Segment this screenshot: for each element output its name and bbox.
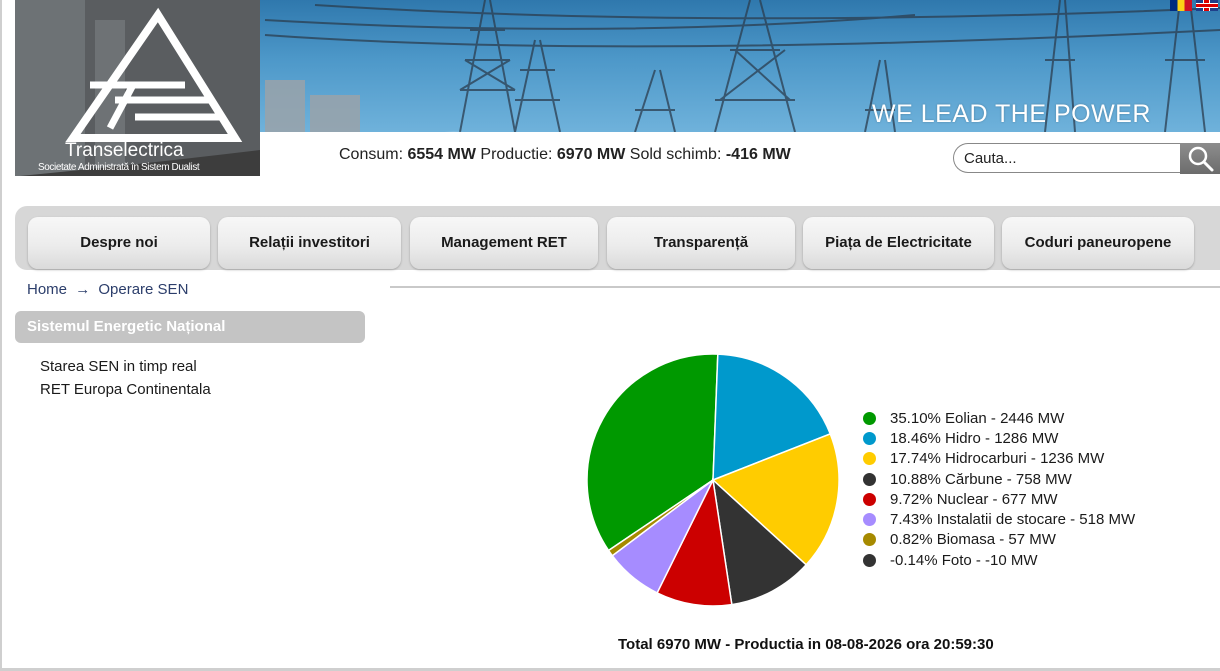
search-input[interactable]: [953, 143, 1181, 173]
legend-swatch: [863, 452, 876, 466]
flag-uk-icon[interactable]: [1196, 0, 1218, 11]
stat-productie-label: Productie:: [480, 146, 557, 163]
legend-swatch: [863, 513, 876, 527]
breadcrumb-current[interactable]: Operare SEN: [98, 281, 188, 298]
legend-item[interactable]: 7.43% Instalatii de stocare - 518 MW: [863, 509, 1135, 529]
nav-coduri-paneuropene[interactable]: Coduri paneuropene: [1002, 217, 1194, 269]
logo-subtitle: Societate Administrată în Sistem Dualist: [38, 162, 200, 173]
stat-sold-label: Sold schimb:: [629, 146, 726, 163]
legend-label: 9.72% Nuclear - 677 MW: [890, 490, 1058, 508]
legend-item[interactable]: 9.72% Nuclear - 677 MW: [863, 489, 1135, 509]
breadcrumb-home[interactable]: Home: [27, 281, 67, 298]
stat-productie-value: 6970 MW: [556, 146, 626, 163]
legend-item[interactable]: 17.74% Hidrocarburi - 1236 MW: [863, 449, 1135, 469]
chart-caption: Total 6970 MW - Productia in 08-08-2026 …: [618, 636, 994, 653]
stat-sold-value: -416 MW: [725, 146, 791, 163]
stat-productie: Productie: 6970 MW: [480, 146, 625, 164]
nav-transparenta[interactable]: Transparență: [607, 217, 795, 269]
legend-item[interactable]: 35.10% Eolian - 2446 MW: [863, 408, 1135, 428]
sidebar-link-ret-europa[interactable]: RET Europa Continentala: [40, 381, 211, 398]
production-pie-chart: [586, 353, 840, 607]
legend-label: 35.10% Eolian - 2446 MW: [890, 409, 1065, 427]
legend-label: 17.74% Hidrocarburi - 1236 MW: [890, 450, 1105, 468]
stat-sold: Sold schimb: -416 MW: [630, 146, 791, 164]
breadcrumb: Home → Operare SEN: [27, 281, 188, 298]
flag-ro-icon[interactable]: [1170, 0, 1192, 11]
logo[interactable]: Transelectrica Societate Administrată în…: [15, 0, 260, 176]
content-divider: [390, 286, 1220, 288]
nav-despre-noi[interactable]: Despre noi: [28, 217, 210, 269]
nav-relatii-investitori[interactable]: Relații investitori: [218, 217, 401, 269]
legend-swatch: [863, 472, 876, 486]
legend-swatch: [863, 411, 876, 425]
sidebar-link-starea-sen[interactable]: Starea SEN in timp real: [40, 358, 197, 375]
left-border: [0, 0, 2, 671]
legend-label: -0.14% Foto - -10 MW: [890, 551, 1038, 569]
sidebar-title: Sistemul Energetic Național: [15, 311, 365, 343]
search-icon: [1188, 146, 1214, 172]
legend-swatch: [863, 492, 876, 506]
stat-consum-value: 6554 MW: [407, 146, 476, 163]
breadcrumb-separator: →: [75, 281, 91, 298]
legend-swatch: [863, 553, 876, 567]
legend-item[interactable]: 10.88% Cărbune - 758 MW: [863, 469, 1135, 489]
legend-label: 7.43% Instalatii de stocare - 518 MW: [890, 511, 1136, 529]
logo-name: Transelectrica: [65, 140, 184, 161]
legend-label: 10.88% Cărbune - 758 MW: [890, 470, 1072, 488]
stat-consum-label: Consum:: [339, 146, 408, 163]
page: WE LEAD THE POWER Transelectrica Societa…: [0, 0, 1220, 671]
legend-label: 18.46% Hidro - 1286 MW: [890, 429, 1059, 447]
nav-piata-electricitate[interactable]: Piața de Electricitate: [803, 217, 994, 269]
legend-swatch: [863, 431, 876, 445]
nav-management-ret[interactable]: Management RET: [410, 217, 598, 269]
legend-item[interactable]: 0.82% Biomasa - 57 MW: [863, 530, 1135, 550]
legend-item[interactable]: -0.14% Foto - -10 MW: [863, 550, 1135, 570]
stat-consum: Consum: 6554 MW: [339, 146, 476, 164]
legend-label: 0.82% Biomasa - 57 MW: [890, 531, 1056, 549]
legend-swatch: [863, 533, 876, 547]
chart-legend: 35.10% Eolian - 2446 MW 18.46% Hidro - 12…: [863, 408, 1135, 570]
legend-item[interactable]: 18.46% Hidro - 1286 MW: [863, 428, 1135, 448]
power-stats: Consum: 6554 MW Productie: 6970 MW Sold …: [339, 146, 791, 164]
search-button[interactable]: [1180, 143, 1220, 174]
